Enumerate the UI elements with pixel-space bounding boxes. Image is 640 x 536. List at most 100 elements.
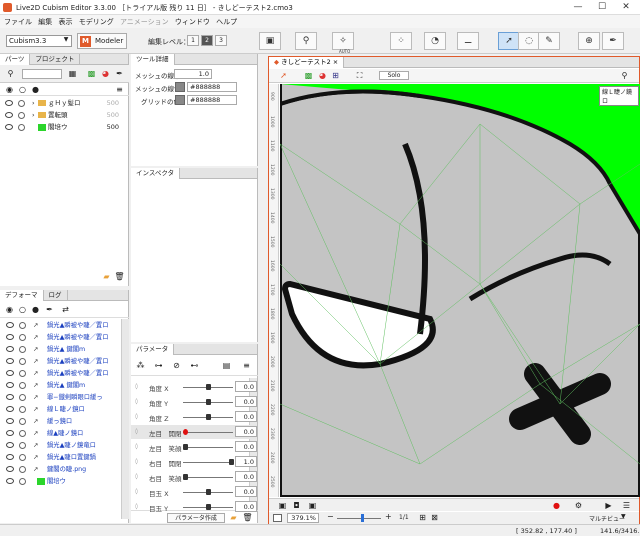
edit-key-icon[interactable]: ⊷ [189,361,200,370]
parameter-slider-handle[interactable] [206,399,211,405]
camera-icon[interactable]: ▣ [277,501,288,510]
list-item[interactable]: ↗ 鍋光▲睫ロ置鍵鍋 [1,452,127,463]
add-key-icon[interactable]: ⊶ [153,361,164,370]
eye-icon[interactable] [5,112,13,118]
select-area-icon[interactable]: ⛶ [354,71,365,81]
parameter-value-input[interactable]: 0.0 [235,381,257,392]
auto-mesh-icon[interactable]: ✧ AUTO [332,32,354,54]
eye-icon[interactable] [6,406,14,412]
zoom-input[interactable]: 379.1% [287,513,319,523]
color-icon[interactable]: ● [30,85,41,94]
search-icon[interactable]: ⚲ [619,71,630,80]
expand-icon[interactable]: › [32,98,35,109]
list-item[interactable]: ↗ 鍋光▲瞬被や睫／置ロ [1,356,127,367]
color-grid-icon[interactable]: ▩ [86,69,97,78]
circle-icon[interactable] [19,466,26,473]
eye-icon[interactable] [6,454,14,460]
color-icon[interactable]: ● [30,305,41,314]
menu-edit[interactable]: 編集 [38,17,52,27]
fit-icon[interactable]: ⊞ [417,513,428,522]
list-item[interactable]: ↗ 鍋光▲ 鍵閣m [1,344,127,355]
eye-icon[interactable] [6,466,14,472]
eye-icon[interactable] [6,346,14,352]
menu-icon[interactable]: ≡ [241,361,252,370]
parameter-row[interactable]: ◊ 目玉 X 0.0 [131,485,257,499]
zoom-slider-handle[interactable] [361,514,364,522]
list-icon[interactable]: ☰ [621,501,632,510]
parameter-slider[interactable] [183,477,233,478]
chevron-down-icon[interactable]: ▼ [621,513,626,520]
key-icon[interactable]: ◊ [135,398,138,405]
pin-icon[interactable]: ✒ [114,69,125,78]
reset-view-icon[interactable]: ⊠ [429,513,440,522]
key-icon[interactable]: ◊ [135,428,138,435]
edit-level-1[interactable]: 1 [187,35,199,46]
lock-icon[interactable]: ○ [17,305,28,314]
parameter-row[interactable]: ◊ 目玉 Y 0.0 [131,500,257,514]
parameter-value-input[interactable]: 0.0 [235,486,257,497]
circle-icon[interactable] [19,394,26,401]
parameter-slider[interactable] [183,447,233,448]
parameter-slider-handle[interactable] [183,444,188,450]
eye-icon[interactable] [6,322,14,328]
key-icon[interactable]: ◊ [135,413,138,420]
tab-parameters[interactable]: パラメータ [131,344,175,355]
circle-icon[interactable] [19,382,26,389]
mesh-line-width-input[interactable]: 1.0 [174,69,212,79]
tab-parts[interactable]: パーツ [0,54,31,65]
overlay-camera-icon[interactable]: ◘ [291,501,302,510]
parameter-value-input[interactable]: 0.0 [235,501,257,512]
key-icon[interactable]: ◊ [135,488,138,495]
parameter-slider-handle[interactable] [229,459,234,465]
parameter-slider-handle[interactable] [206,489,211,495]
modeler-mode-button[interactable]: M Modeler [77,33,127,49]
circle-icon[interactable] [19,346,26,353]
menu-file[interactable]: ファイル [4,17,32,27]
menu-icon[interactable]: ≡ [114,85,125,94]
grid-color-swatch[interactable] [175,95,185,105]
menu-animation[interactable]: アニメーション [120,17,169,27]
brush-tool-icon[interactable]: ✎ [538,32,560,50]
circle-icon[interactable] [18,124,25,131]
zoom-in-icon[interactable]: + [385,512,392,521]
parameter-row[interactable]: ◊ 角度 Z 0.0 [131,410,257,424]
zoom-out-icon[interactable]: − [327,512,334,521]
circle-icon[interactable] [19,418,26,425]
list-item[interactable]: 閣培ウ [1,476,127,487]
circle-icon[interactable] [19,406,26,413]
circle-icon[interactable] [19,322,26,329]
edit-level-2[interactable]: 2 [201,35,213,46]
frame-checkbox[interactable] [273,514,282,522]
lock-icon[interactable]: ○ [17,85,28,94]
parameter-value-input[interactable]: 1.0 [235,456,257,467]
circle-icon[interactable] [19,358,26,365]
key-icon[interactable]: ◊ [135,458,138,465]
eye-icon[interactable] [5,100,13,106]
parameter-value-input[interactable]: 0.0 [235,411,257,422]
trash-icon[interactable]: 🗑 [242,513,253,522]
play-icon[interactable]: ▶ [603,501,614,510]
lasso-tool-icon[interactable]: ◌ [518,32,540,50]
parameter-slider-handle[interactable] [183,429,188,435]
eye-icon[interactable]: ◉ [4,85,15,94]
close-icon[interactable]: × [333,58,338,66]
multiview-label[interactable]: マルチビュー [589,514,625,523]
parameter-slider[interactable] [183,432,233,433]
menu-view[interactable]: 表示 [58,17,72,27]
multi-camera-icon[interactable]: ▣ [307,501,318,510]
parameter-row[interactable]: ◊ 角度 X 0.0 [131,380,257,394]
parameter-row[interactable]: ◊ 右目 開閉 1.0 [131,455,257,469]
list-item[interactable]: ↗ 鍋光▲瞬被や睫／置ロ [1,320,127,331]
glue-icon[interactable]: ⚲ [295,32,317,50]
parameter-value-input[interactable]: 0.0 [235,396,257,407]
eye-icon[interactable] [6,334,14,340]
rotate-tool-icon[interactable]: ◔ [424,32,446,50]
parameter-slider-handle[interactable] [206,384,211,390]
parameter-slider[interactable] [183,462,233,463]
search-icon[interactable]: ⚲ [5,69,16,78]
create-parameter-button[interactable]: パラメータ作成 [167,513,225,523]
grid-color-input[interactable]: #888888 [187,95,237,105]
pen-tool-icon[interactable]: ✒ [602,32,624,50]
circle-icon[interactable] [19,370,26,377]
tab-document[interactable]: ◆ きしどーテスト2 × [269,57,345,68]
